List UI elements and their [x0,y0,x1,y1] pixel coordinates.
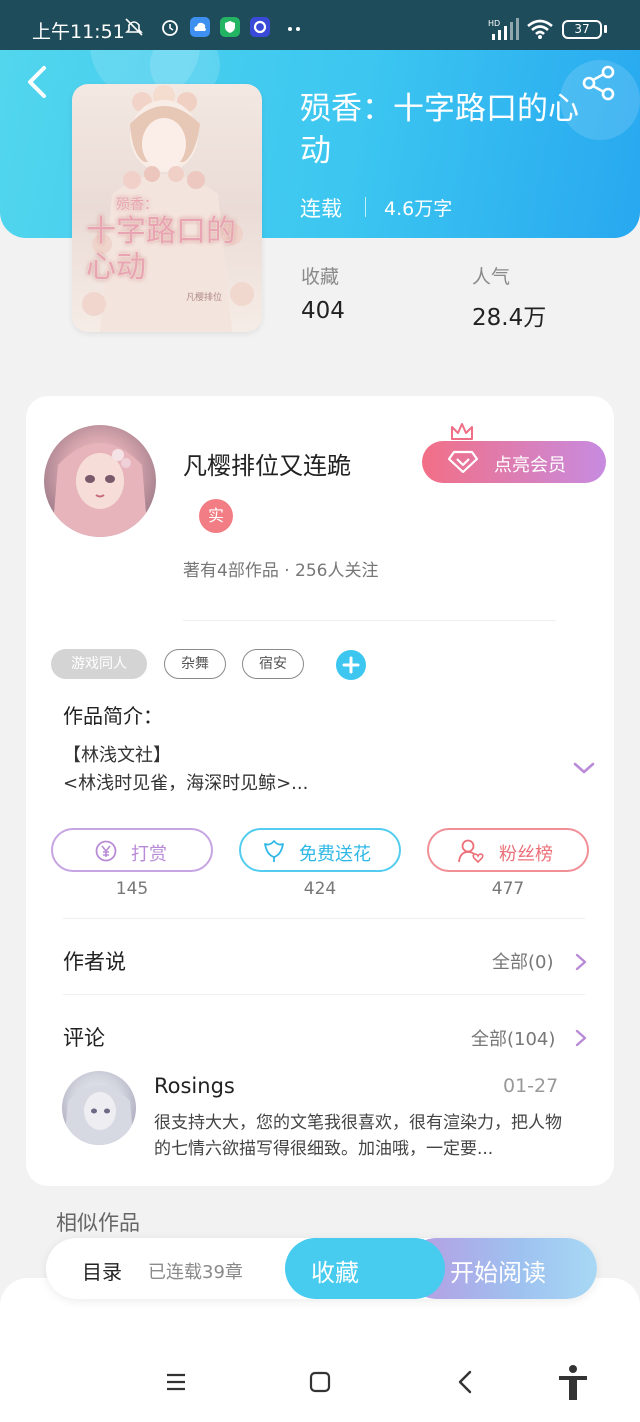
add-tag-button[interactable] [336,650,366,680]
author-meta: 著有4部作品 · 256人关注 [183,561,379,581]
status-separator [365,197,366,217]
book-status: 连载 [300,197,342,221]
battery-level: 37 [574,22,590,36]
more-dots-icon [288,27,300,31]
cover-text-top: 殒香： [116,197,158,213]
divider [63,918,585,919]
flower-count: 424 [303,879,337,899]
tip-label: 打赏 [131,844,167,865]
book-cover[interactable]: 殒香： 十字路口的心动 凡樱排位 [72,84,262,332]
word-count: 4.6万字 [384,198,453,220]
browser-app-icon [250,17,270,37]
accessibility-icon[interactable] [556,1364,590,1400]
fans-count: 477 [491,879,525,899]
flower-icon [264,840,284,862]
verified-badge: 实 [199,499,233,533]
send-flower-label: 免费送花 [299,844,371,865]
bottom-action-bar: 目录 已连载39章 开始阅读 收藏 [46,1238,597,1299]
comments-title: 评论 [63,1026,105,1050]
intro-title: 作品简介： [63,704,163,728]
intro-line: 【林浅文社】 [63,745,171,766]
avatar-illustration [64,1085,134,1145]
intro-line: <林浅时见雀，海深时见鲸>... [63,773,309,794]
mute-icon [125,18,143,36]
tag[interactable]: 游戏同人 [51,649,147,679]
chevron-right-icon[interactable] [574,1028,588,1048]
status-bar: 上午11:51 HD 37 [0,0,640,50]
intro-text: 【林浅文社】 <林浅时见雀，海深时见鲸>... [63,742,308,798]
comment-date: 01-27 [503,1075,559,1097]
diamond-icon [448,450,478,474]
battery-tip [604,25,607,33]
tip-count: 145 [115,879,149,899]
author-name[interactable]: 凡樱排位又连跪 [183,446,351,481]
comment-text[interactable]: 很支持大大，您的文笔我很喜欢，很有渲染力，把人物的七情六欲描写得很细致。加油哦，… [154,1110,564,1162]
comment-username[interactable]: Rosings [154,1074,235,1098]
popularity-value: 28.4万 [472,305,547,331]
bottom-sheet [0,1278,640,1422]
comments-more-label: 全部(104) [471,1029,556,1050]
cover-text-sub: 凡樱排位 [186,293,223,303]
divider [63,994,585,995]
similar-works-title: 相似作品 [56,1211,140,1235]
popularity-label: 人气 [472,266,511,288]
battery-indicator: 37 [562,20,602,39]
chevron-right-icon[interactable] [574,952,588,972]
author-says-more[interactable]: 全部(0) [492,948,554,974]
author-says-title: 作者说 [63,950,126,974]
fans-rank-label: 粉丝榜 [499,844,553,865]
tip-button[interactable]: 打赏 [51,828,213,872]
wifi-icon [527,19,553,39]
collect-button-label: 收藏 [311,1259,359,1287]
alarm-icon [162,20,178,36]
vip-label: 点亮会员 [494,455,566,476]
collect-button[interactable]: 收藏 [285,1238,445,1299]
author-avatar[interactable] [44,425,156,537]
tag[interactable]: 杂舞 [164,649,226,679]
nav-back-icon[interactable] [452,1368,480,1396]
vip-button[interactable]: 点亮会员 [422,441,606,483]
divider [183,620,556,621]
back-button[interactable] [20,62,54,102]
menu-icon[interactable] [162,1368,190,1396]
cloud-app-icon [190,17,210,37]
fans-icon [458,839,484,864]
svg-text:HD: HD [488,19,500,28]
author-says-more-label: 全部(0) [492,952,554,973]
status-time: 上午11:51 [32,21,125,43]
start-reading-label: 开始阅读 [450,1259,546,1287]
commenter-avatar[interactable] [62,1071,136,1145]
crown-icon [451,423,473,440]
shield-app-icon [220,17,240,37]
cover-title-art: 殒香： 十字路口的心动 凡樱排位 [86,194,256,303]
signal-icon: HD [488,18,519,40]
chevron-down-icon[interactable] [572,758,596,778]
plus-icon [342,656,360,674]
cover-text-main: 十字路口的心动 [86,214,236,285]
tag[interactable]: 宿安 [242,649,304,679]
book-title: 殒香：十字路口的心动 [300,91,579,169]
chapter-count: 已连载39章 [148,1262,243,1283]
send-flower-button[interactable]: 免费送花 [239,828,401,872]
comments-more[interactable]: 全部(104) [471,1025,555,1051]
fans-rank-button[interactable]: 粉丝榜 [427,828,589,872]
toc-button[interactable]: 目录 [82,1256,122,1285]
yuan-coin-icon [95,840,117,862]
home-icon[interactable] [306,1368,334,1396]
collect-value: 404 [301,298,345,324]
avatar-illustration [52,443,148,537]
collect-label: 收藏 [301,266,340,288]
